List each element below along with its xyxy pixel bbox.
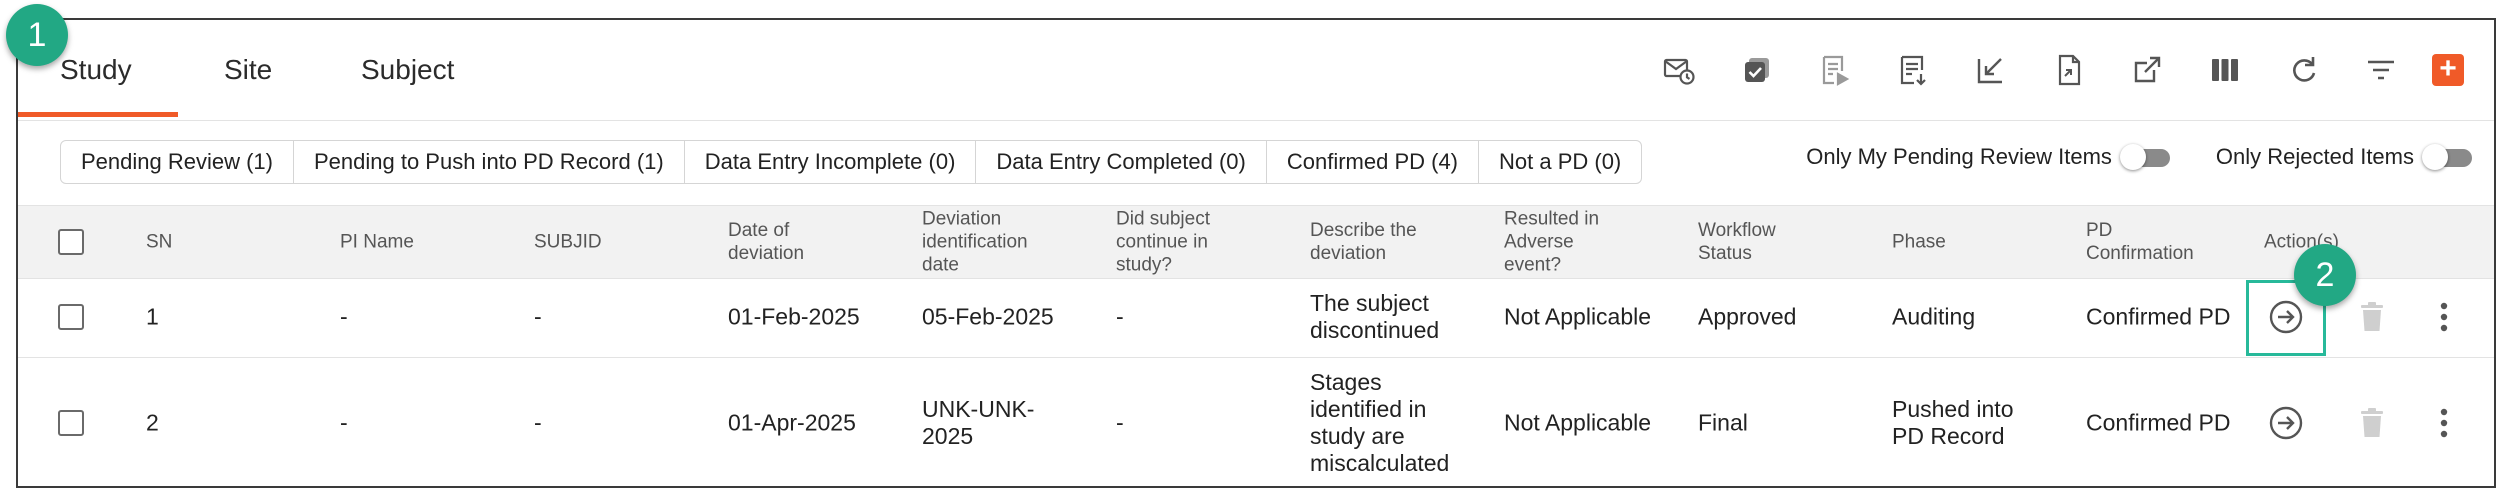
tab-bar: Study Site Subject + [18, 20, 2494, 121]
cell-date-of-deviation: 01-Apr-2025 [728, 409, 856, 435]
filter-not-a-pd[interactable]: Not a PD (0) [1478, 140, 1643, 184]
pdf-export-icon[interactable] [2030, 48, 2108, 92]
cell-pi-name: - [340, 409, 348, 435]
cell-identification-date: UNK-UNK- 2025 [922, 395, 1035, 449]
columns-icon[interactable] [2186, 48, 2264, 92]
table-header: SN PI Name SUBJID Date of deviation Devia… [18, 205, 2494, 279]
header-date-of-deviation: Date of deviation [728, 220, 805, 264]
cell-did-subject-continue: - [1116, 303, 1124, 330]
refresh-icon[interactable] [2264, 48, 2342, 92]
active-tab-indicator [18, 112, 178, 117]
push-action-icon[interactable] [2266, 403, 2306, 443]
delete-icon[interactable] [2356, 297, 2388, 337]
cell-date-of-deviation: 01-Feb-2025 [728, 303, 860, 330]
cell-subjid: - [534, 409, 542, 435]
filter-confirmed-pd[interactable]: Confirmed PD (4) [1265, 140, 1479, 184]
filter-pending-review[interactable]: Pending Review (1) [60, 140, 294, 184]
cell-identification-date: 05-Feb-2025 [922, 303, 1054, 330]
row-checkbox[interactable] [58, 409, 84, 436]
status-filter-group: Pending Review (1) Pending to Push into … [60, 140, 1643, 184]
header-subjid: SUBJID [534, 231, 602, 253]
cell-phase: Pushed into PD Record [1892, 395, 2014, 449]
header-pd-confirmation: PD Confirmation [2086, 220, 2194, 264]
header-sn: SN [146, 231, 173, 253]
bulk-approve-icon[interactable] [1718, 48, 1796, 92]
row-checkbox[interactable] [58, 304, 84, 330]
cell-pd-confirmation: Confirmed PD [2086, 303, 2231, 330]
protocol-deviation-panel: Study Site Subject + Pending Review (1) … [16, 18, 2496, 488]
cell-did-subject-continue: - [1116, 409, 1124, 435]
cell-adverse-event: Not Applicable [1504, 303, 1652, 330]
tab-study[interactable]: Study [60, 54, 132, 86]
cell-workflow-status: Approved [1698, 303, 1797, 330]
toggle-label-my-pending: Only My Pending Review Items [1806, 144, 2112, 169]
tab-subject[interactable]: Subject [361, 54, 454, 86]
filter-icon[interactable] [2342, 48, 2420, 92]
add-icon[interactable]: + [2420, 48, 2476, 92]
callout-badge-2: 2 [2294, 244, 2356, 306]
header-pi-name: PI Name [340, 231, 414, 253]
edit-sign-icon[interactable] [1952, 48, 2030, 92]
header-deviation-identification-date: Deviation identification date [922, 208, 1028, 276]
cell-workflow-status: Final [1698, 409, 1748, 435]
open-external-icon[interactable] [2108, 48, 2186, 92]
filter-data-entry-completed[interactable]: Data Entry Completed (0) [975, 140, 1267, 184]
header-phase: Phase [1892, 231, 1946, 253]
header-did-subject-continue: Did subject continue in study? [1116, 208, 1210, 276]
cell-subjid: - [534, 303, 542, 330]
export-list-icon[interactable] [1874, 48, 1952, 92]
cell-phase: Auditing [1892, 303, 1976, 330]
table-row: 2 - - 01-Apr-2025 UNK-UNK- 2025 - Stages i… [18, 357, 2494, 488]
header-describe-deviation: Describe the deviation [1310, 220, 1417, 264]
cell-describe-deviation: The subject discontinued [1310, 290, 1440, 343]
cell-sn: 2 [146, 409, 159, 435]
more-options-icon[interactable] [2436, 297, 2452, 337]
select-all-checkbox[interactable] [58, 229, 84, 255]
toggle-only-rejected[interactable] [2422, 144, 2474, 170]
callout-badge-1: 1 [6, 4, 68, 66]
scheduled-mail-icon[interactable] [1640, 48, 1718, 92]
toggle-my-pending-review[interactable] [2119, 144, 2172, 170]
toggle-group: Only My Pending Review Items Only Reject… [1806, 144, 2474, 170]
header-adverse-event: Resulted in Adverse event? [1504, 208, 1600, 276]
add-button[interactable]: + [2432, 54, 2464, 86]
more-options-icon[interactable] [2436, 403, 2452, 443]
cell-pd-confirmation: Confirmed PD [2086, 409, 2231, 435]
filter-pending-push[interactable]: Pending to Push into PD Record (1) [292, 140, 685, 184]
cell-sn: 1 [146, 303, 159, 330]
toggle-label-rejected: Only Rejected Items [2215, 144, 2414, 169]
review-list-icon[interactable] [1796, 48, 1874, 92]
filter-data-entry-incomplete[interactable]: Data Entry Incomplete (0) [683, 140, 977, 184]
tab-site[interactable]: Site [224, 54, 272, 86]
cell-pi-name: - [340, 303, 348, 330]
header-workflow-status: Workflow Status [1698, 220, 1776, 264]
table-row: 1 - - 01-Feb-2025 05-Feb-2025 - The subj… [18, 277, 2494, 358]
cell-adverse-event: Not Applicable [1504, 409, 1652, 435]
cell-describe-deviation: Stages identified in study are miscalculate… [1310, 368, 1450, 476]
delete-icon[interactable] [2356, 403, 2388, 443]
toolbar: + [1640, 48, 2476, 92]
